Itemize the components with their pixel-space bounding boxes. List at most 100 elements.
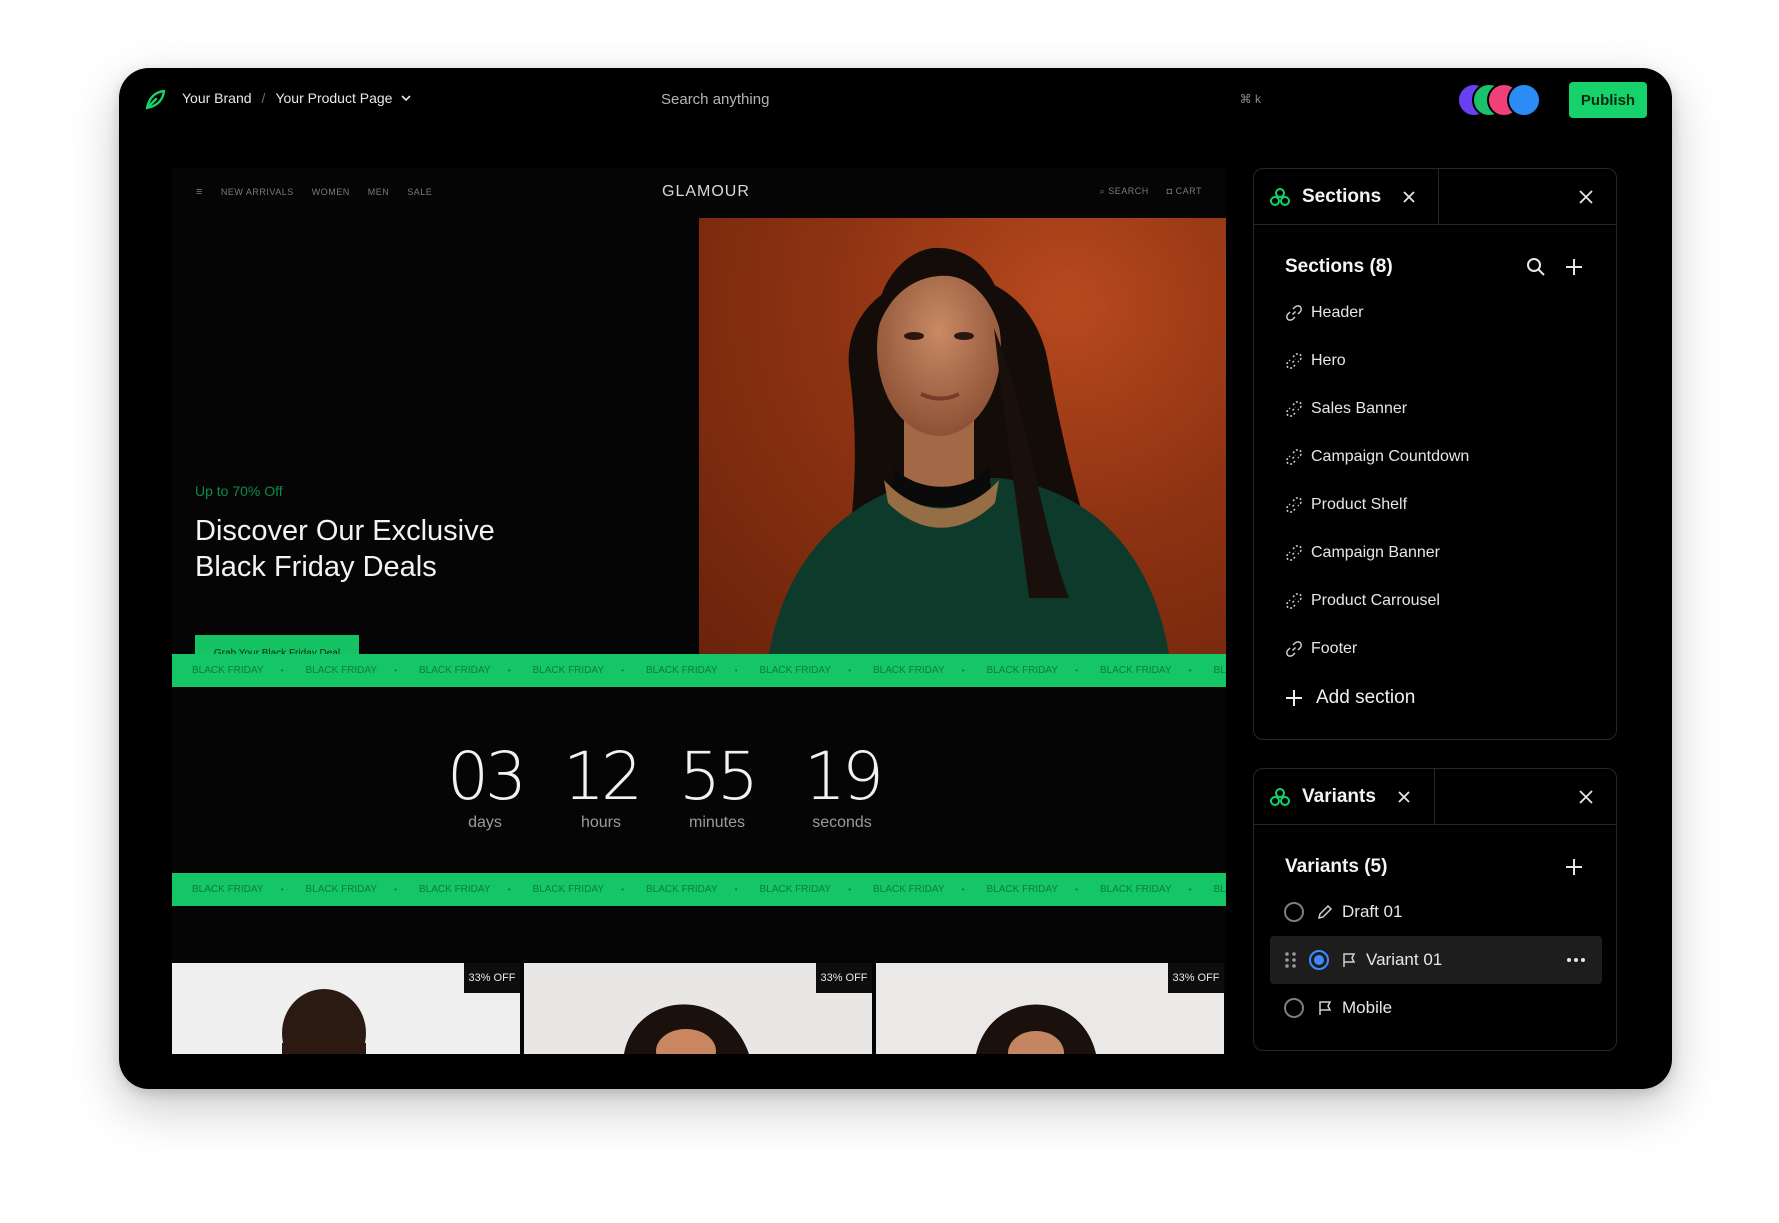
variant-radio[interactable]: [1284, 998, 1304, 1018]
variant-item-variant-01[interactable]: Variant 01: [1270, 936, 1602, 984]
countdown-days: 03 days: [430, 742, 540, 832]
ticker-item: BLACK FRIDAY: [399, 884, 513, 895]
collaborator-avatars[interactable]: [1457, 83, 1547, 117]
discount-badge: 33% OFF: [816, 963, 872, 993]
section-item-label: Campaign Banner: [1311, 544, 1440, 561]
ticker-item: BLACK FRIDAY: [740, 665, 854, 676]
top-bar: Your Brand / Your Product Page Search an…: [119, 68, 1672, 132]
product-card[interactable]: 33% OFF: [524, 963, 872, 1054]
hamburger-icon[interactable]: ≡: [196, 186, 203, 198]
product-card[interactable]: 33% OFF: [876, 963, 1224, 1054]
discount-badge: 33% OFF: [464, 963, 520, 993]
ticker-item: BLACK FRIDAY: [853, 665, 967, 676]
search-shortcut: ⌘ k: [1239, 92, 1261, 106]
section-item-footer[interactable]: Footer: [1285, 635, 1357, 663]
ticker-item: BLACK FRIDAY: [626, 665, 740, 676]
breadcrumb-page[interactable]: Your Product Page: [275, 90, 392, 106]
countdown-label: days: [468, 814, 502, 831]
site-nav-sale[interactable]: SALE: [407, 187, 432, 197]
editor-window: Your Brand / Your Product Page Search an…: [119, 68, 1672, 1089]
sales-banner-top: BLACK FRIDAYBLACK FRIDAYBLACK FRIDAYBLAC…: [172, 654, 1226, 687]
chevron-down-icon[interactable]: [400, 92, 412, 104]
section-item-campaign-banner[interactable]: Campaign Banner: [1285, 539, 1440, 567]
tab-variants[interactable]: Variants: [1254, 769, 1435, 825]
app-logo-icon[interactable]: [143, 88, 167, 112]
countdown-label: hours: [580, 814, 622, 831]
hero-portrait-illustration: [769, 247, 1169, 654]
dashed-link-icon: [1286, 593, 1302, 609]
hero-title: Discover Our Exclusive Black Friday Deal…: [195, 513, 655, 585]
ticker-item: BLACK FRIDAY: [513, 884, 627, 895]
variant-item-mobile[interactable]: Mobile: [1270, 984, 1602, 1032]
breadcrumb: Your Brand / Your Product Page: [182, 90, 412, 106]
site-nav-cart[interactable]: ◘ CART: [1167, 186, 1202, 197]
site-header: ≡ NEW ARRIVALS WOMEN MEN SALE GLAMOUR ⌕ …: [172, 168, 1226, 218]
variant-label: Mobile: [1342, 998, 1393, 1017]
section-item-product-shelf[interactable]: Product Shelf: [1285, 491, 1407, 519]
section-item-product-carrousel[interactable]: Product Carrousel: [1285, 587, 1440, 615]
site-nav-search[interactable]: ⌕ SEARCH: [1100, 186, 1149, 197]
ticker-item: BLACK FRIDAY: [740, 884, 854, 895]
section-item-campaign-countdown[interactable]: Campaign Countdown: [1285, 443, 1469, 471]
ticker-item: BLACK FRIDAY: [172, 665, 286, 676]
hero-content: Up to 70% Off Discover Our Exclusive Bla…: [172, 218, 699, 671]
publish-button[interactable]: Publish: [1569, 82, 1647, 118]
close-tab-icon[interactable]: [1396, 789, 1412, 805]
close-tab-icon[interactable]: [1401, 189, 1417, 205]
search-icon[interactable]: [1525, 256, 1547, 278]
site-nav-men[interactable]: MEN: [368, 187, 390, 197]
add-icon[interactable]: [1563, 256, 1585, 278]
ticker-item: BLACK FRIDAY: [1080, 665, 1194, 676]
add-section-label: Add section: [1316, 687, 1416, 708]
section-item-label: Product Shelf: [1311, 496, 1408, 513]
tab-sections[interactable]: Sections: [1254, 169, 1439, 225]
site-nav-new-arrivals[interactable]: NEW ARRIVALS: [221, 187, 294, 197]
tab-variants-label: Variants: [1302, 786, 1376, 807]
section-item-header[interactable]: Header: [1285, 299, 1363, 327]
section-item-label: Hero: [1311, 352, 1346, 369]
site-nav-right: ⌕ SEARCH ◘ CART: [1100, 186, 1202, 197]
countdown-value: 03: [447, 738, 527, 815]
site-brand-logo[interactable]: GLAMOUR: [662, 183, 750, 201]
cart-icon: ◘: [1166, 186, 1176, 196]
dashed-link-icon: [1286, 545, 1302, 561]
dashed-link-icon: [1286, 353, 1302, 369]
countdown-value: 55: [679, 738, 759, 815]
section-item-label: Sales Banner: [1311, 400, 1408, 417]
countdown-label: minutes: [688, 814, 746, 831]
variant-label: Draft 01: [1342, 902, 1403, 921]
variant-item-draft[interactable]: Draft 01: [1270, 888, 1602, 936]
add-icon[interactable]: [1563, 856, 1585, 878]
drag-handle-icon[interactable]: [1284, 950, 1298, 970]
section-item-label: Product Carrousel: [1311, 592, 1440, 609]
section-item-hero[interactable]: Hero: [1285, 347, 1346, 375]
close-panel-icon[interactable]: [1576, 187, 1596, 207]
countdown-value: 19: [804, 738, 884, 815]
flag-icon: [1319, 1001, 1332, 1015]
section-item-sales-banner[interactable]: Sales Banner: [1285, 395, 1407, 423]
product-card[interactable]: 33% OFF: [172, 963, 520, 1054]
site-nav-women[interactable]: WOMEN: [312, 187, 350, 197]
variant-radio[interactable]: [1284, 902, 1304, 922]
countdown-hours: 12 hours: [546, 742, 656, 832]
breadcrumb-brand[interactable]: Your Brand: [182, 90, 252, 106]
flag-icon: [1343, 953, 1356, 967]
page-preview-canvas[interactable]: ≡ NEW ARRIVALS WOMEN MEN SALE GLAMOUR ⌕ …: [172, 168, 1226, 1054]
plus-icon: [1286, 690, 1302, 706]
add-section-button[interactable]: Add section: [1284, 687, 1415, 709]
countdown-label: seconds: [812, 814, 872, 831]
ticker-item: BLACK FRIDAY: [172, 884, 286, 895]
link-icon: [1286, 305, 1302, 321]
sections-panel-header: Sections: [1254, 169, 1616, 225]
hero-tag: Up to 70% Off: [195, 483, 283, 499]
dashed-link-icon: [1286, 401, 1302, 417]
more-options-icon[interactable]: [1566, 957, 1586, 963]
avatar[interactable]: [1507, 83, 1541, 117]
ticker-item: BLACK FRIDAY: [967, 665, 1081, 676]
search-input[interactable]: Search anything ⌘ k: [661, 88, 1261, 112]
pencil-icon: [1317, 904, 1333, 920]
close-panel-icon[interactable]: [1576, 787, 1596, 807]
campaign-countdown: 03 days 12 hours 55 minutes 19 seconds: [172, 687, 1226, 877]
variant-radio-selected[interactable]: [1308, 949, 1330, 971]
sales-banner-bottom: BLACK FRIDAYBLACK FRIDAYBLACK FRIDAYBLAC…: [172, 873, 1226, 906]
